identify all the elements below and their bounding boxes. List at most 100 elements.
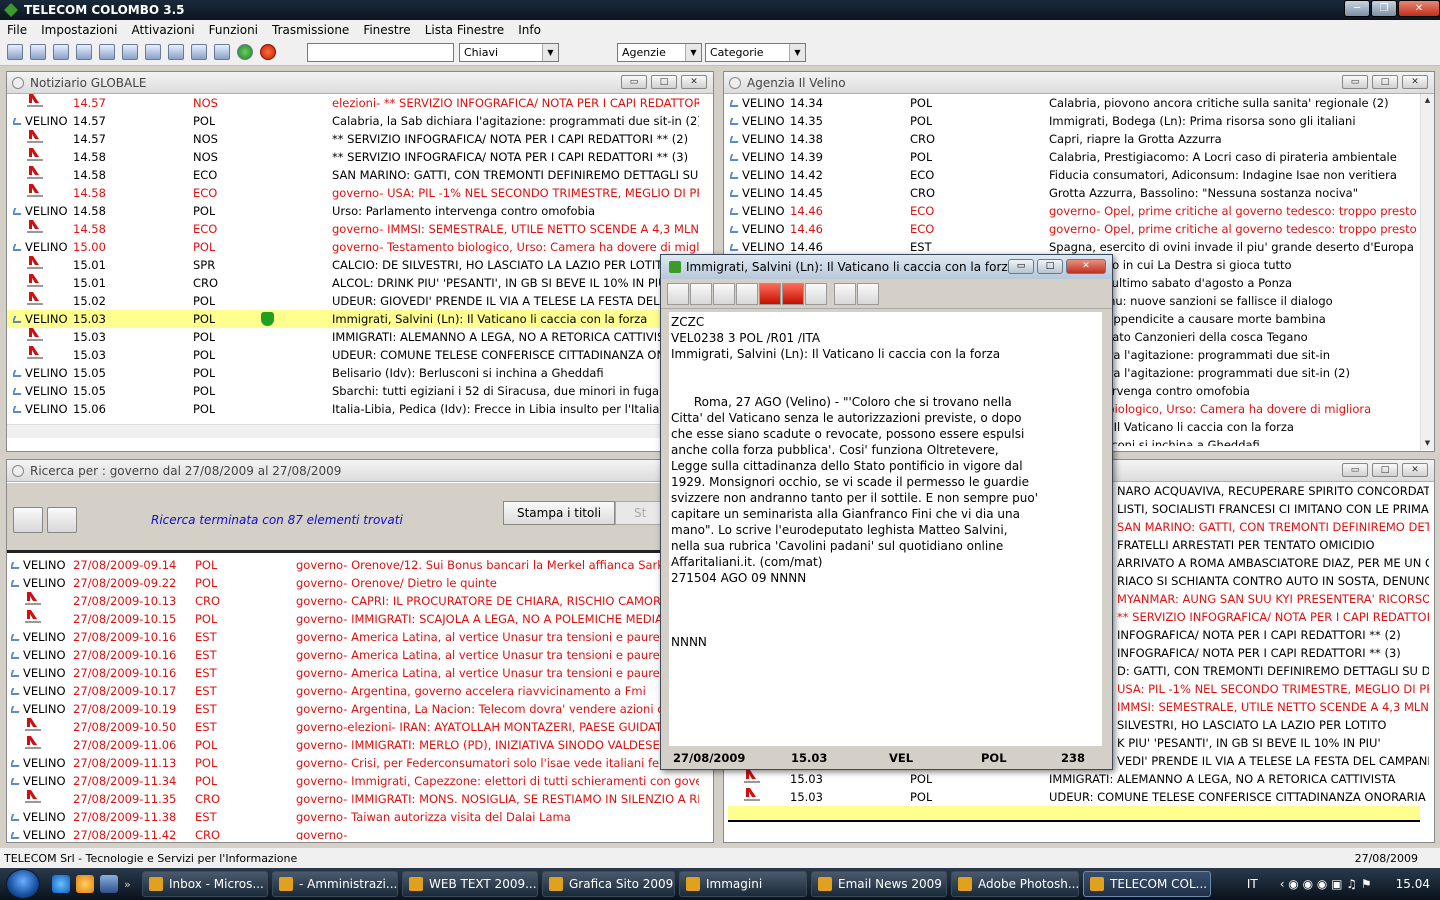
menu-funzioni[interactable]: Funzioni xyxy=(202,23,265,37)
copy-icon[interactable] xyxy=(30,44,46,60)
list-item[interactable]: 27/08/2009-10.15 POL governo- IMMIGRATI: S… xyxy=(7,610,699,628)
menu-lista-finestre[interactable]: Lista Finestre xyxy=(418,23,512,37)
scroll-down-icon[interactable]: ▼ xyxy=(1421,437,1434,450)
panel-maximize-button[interactable]: □ xyxy=(1372,463,1398,477)
windows-icon[interactable] xyxy=(191,44,207,60)
list-item[interactable]: VELINO 27/08/2009-11.42 CRO governo- xyxy=(7,826,699,840)
menu-file[interactable]: File xyxy=(0,23,34,37)
list-item[interactable]: VELINO 15.05 POL Belisario (Idv): Berluscon… xyxy=(7,364,699,382)
export-button[interactable] xyxy=(47,507,77,533)
list-item[interactable]: 27/08/2009-10.50 EST governo-elezioni- IRA… xyxy=(7,718,699,736)
list-item[interactable]: 14.58 ECO governo- USA: PIL -1% NEL SECOND… xyxy=(7,184,699,202)
menu-finestre[interactable]: Finestre xyxy=(356,23,417,37)
edit-icon[interactable] xyxy=(834,282,856,305)
panel-close-button[interactable]: ✕ xyxy=(681,75,707,89)
menu-info[interactable]: Info xyxy=(511,23,548,37)
list-item[interactable]: 14.58 ECO governo- IMMSI: SEMESTRALE, UTIL… xyxy=(7,220,699,238)
minimize-button[interactable]: ─ xyxy=(1344,0,1370,17)
list-item[interactable]: 15.03 POL UDEUR: COMUNE TELESE CONFERISCE … xyxy=(7,346,699,364)
panel-maximize-button[interactable]: □ xyxy=(651,75,677,89)
taskbar-item[interactable]: Grafica Sito 2009 xyxy=(542,871,675,897)
export-icon[interactable] xyxy=(805,282,827,305)
agenzie-select[interactable]: Agenzie ▼ xyxy=(617,43,702,62)
upload-icon[interactable] xyxy=(857,282,879,305)
list-item[interactable]: 15.01 CRO ALCOL: DRINK PIU' 'PESANTI', IN … xyxy=(7,274,699,292)
list-item[interactable]: 14.58 NOS ** SERVIZIO INFOGRAFICA/ NOTA PE… xyxy=(7,148,699,166)
taskbar-item[interactable]: Immagini xyxy=(679,871,807,897)
panel-maximize-button[interactable]: □ xyxy=(1372,75,1398,89)
list-item[interactable]: VELINO 14.38 CRO Capri, riapre la Grotta Az… xyxy=(724,130,1420,148)
selected-empty-row[interactable] xyxy=(728,806,1420,822)
list-item[interactable]: 14.58 ECO SAN MARINO: GATTI, CON TREMONTI … xyxy=(7,166,699,184)
maximize-button[interactable]: ❐ xyxy=(1371,0,1397,17)
list-item[interactable]: VELINO 27/08/2009-10.16 EST governo- Americ… xyxy=(7,646,699,664)
panel-close-button[interactable]: ✕ xyxy=(1402,463,1428,477)
article-body[interactable]: ZCZC VEL0238 3 POL /R01 /ITA Immigrati, … xyxy=(669,312,1102,746)
taskbar-item[interactable]: Adobe Photosh... xyxy=(951,871,1079,897)
print-icon[interactable] xyxy=(667,282,689,305)
taskbar-item[interactable]: - Amministrazi... xyxy=(272,871,398,897)
list-item[interactable]: VELINO 15.06 POL Italia-Libia, Pedica (Idv)… xyxy=(7,400,699,418)
list-item[interactable]: VELINO 15.05 POL Sbarchi: tutti egiziani i … xyxy=(7,382,699,400)
list-item[interactable]: VELINO 27/08/2009-09.22 POL governo- Orenov… xyxy=(7,574,699,592)
globe-icon[interactable] xyxy=(237,44,253,60)
list-item[interactable]: VELINO 27/08/2009-10.19 EST governo- Argent… xyxy=(7,700,699,718)
attach-icon[interactable] xyxy=(690,282,712,305)
attach-button[interactable] xyxy=(13,507,43,533)
list-item[interactable]: VELINO 14.35 POL Immigrati, Bodega (Ln): Pr… xyxy=(724,112,1420,130)
taskbar-item[interactable]: Email News 2009 xyxy=(811,871,947,897)
list-item[interactable]: VELINO 27/08/2009-10.16 EST governo- Americ… xyxy=(7,664,699,682)
list-item[interactable]: 27/08/2009-10.13 CRO governo- CAPRI: IL PR… xyxy=(7,592,699,610)
close-button[interactable]: ✕ xyxy=(1398,0,1440,17)
list-item[interactable]: VELINO 27/08/2009-10.16 EST governo- Americ… xyxy=(7,628,699,646)
folder-icon[interactable] xyxy=(713,282,735,305)
list-item[interactable]: 27/08/2009-11.35 CRO governo- IMMIGRATI: M… xyxy=(7,790,699,808)
taskbar-item[interactable]: TELECOM COL... xyxy=(1083,871,1211,897)
save-icon[interactable] xyxy=(53,44,69,60)
print-icon[interactable] xyxy=(99,44,115,60)
list-item[interactable]: VELINO 27/08/2009-10.17 EST governo- Argent… xyxy=(7,682,699,700)
language-indicator[interactable]: IT xyxy=(1247,877,1258,891)
panel-minimize-button[interactable]: ▭ xyxy=(1342,463,1368,477)
taskbar-item[interactable]: Inbox - Micros... xyxy=(142,871,268,897)
search-input[interactable] xyxy=(307,43,454,62)
scroll-up-icon[interactable]: ▲ xyxy=(1421,94,1434,107)
panel-close-button[interactable]: ✕ xyxy=(1402,75,1428,89)
email-icon[interactable] xyxy=(736,282,758,305)
horizontal-scrollbar[interactable] xyxy=(7,424,701,438)
start-button[interactable] xyxy=(0,868,46,900)
previous-arrow-icon[interactable] xyxy=(759,282,781,305)
desktop-icon[interactable] xyxy=(100,875,118,893)
list-item[interactable]: VELINO 27/08/2009-11.13 POL governo- Crisi,… xyxy=(7,754,699,772)
list-item[interactable]: VELINO 14.58 POL Urso: Parlamento interveng… xyxy=(7,202,699,220)
list-item[interactable]: VELINO 15.00 POL governo- Testamento biolog… xyxy=(7,238,699,256)
chiavi-select[interactable]: Chiavi ▼ xyxy=(459,43,559,62)
chevron-down-icon[interactable]: ▼ xyxy=(542,44,558,61)
dialog-maximize-button[interactable]: □ xyxy=(1037,259,1063,274)
categorie-select[interactable]: Categorie ▼ xyxy=(705,43,806,62)
list-item[interactable]: VELINO 14.46 ECO governo- Opel, prime criti… xyxy=(724,202,1420,220)
list-item[interactable]: VELINO 14.39 POL Calabria, Prestigiacomo: A… xyxy=(724,148,1420,166)
menu-attivazioni[interactable]: Attivazioni xyxy=(125,23,202,37)
list-item[interactable]: VELINO 27/08/2009-09.14 POL governo- Orenov… xyxy=(7,556,699,574)
chevron-down-icon[interactable]: ▼ xyxy=(685,44,701,61)
panel-minimize-button[interactable]: ▭ xyxy=(621,75,647,89)
list-item[interactable]: 14.57 NOS ** SERVIZIO INFOGRAFICA/ NOTA PE… xyxy=(7,130,699,148)
list-item[interactable]: VELINO 14.46 ECO governo- Opel, prime criti… xyxy=(724,220,1420,238)
export-icon[interactable] xyxy=(76,44,92,60)
new-icon[interactable] xyxy=(7,44,23,60)
panel-minimize-button[interactable]: ▭ xyxy=(1342,75,1368,89)
list-item[interactable]: VELINO 15.03 POL Immigrati, Salvini (Ln): I… xyxy=(7,310,699,328)
list-item[interactable]: 15.03 POL IMMIGRATI: ALEMANNO A LEGA, NO A… xyxy=(724,770,1434,788)
taskbar-item[interactable]: WEB TEXT 2009... xyxy=(402,871,538,897)
link-icon[interactable] xyxy=(214,44,230,60)
list-item[interactable]: 15.01 SPR CALCIO: DE SILVESTRI, HO LASCIAT… xyxy=(7,256,699,274)
network-icon[interactable] xyxy=(168,44,184,60)
stampa-titoli-button[interactable]: Stampa i titoli xyxy=(503,501,615,525)
list-item[interactable]: VELINO 27/08/2009-11.34 POL governo- Immigr… xyxy=(7,772,699,790)
next-arrow-icon[interactable] xyxy=(782,282,804,305)
list-item[interactable]: VELINO 14.34 POL Calabria, piovono ancora c… xyxy=(724,94,1420,112)
list-item[interactable]: 15.03 POL IMMIGRATI: ALEMANNO A LEGA, NO A… xyxy=(7,328,699,346)
list-item[interactable]: VELINO 27/08/2009-11.38 EST governo- Taiwan… xyxy=(7,808,699,826)
menu-impostazioni[interactable]: Impostazioni xyxy=(34,23,124,37)
